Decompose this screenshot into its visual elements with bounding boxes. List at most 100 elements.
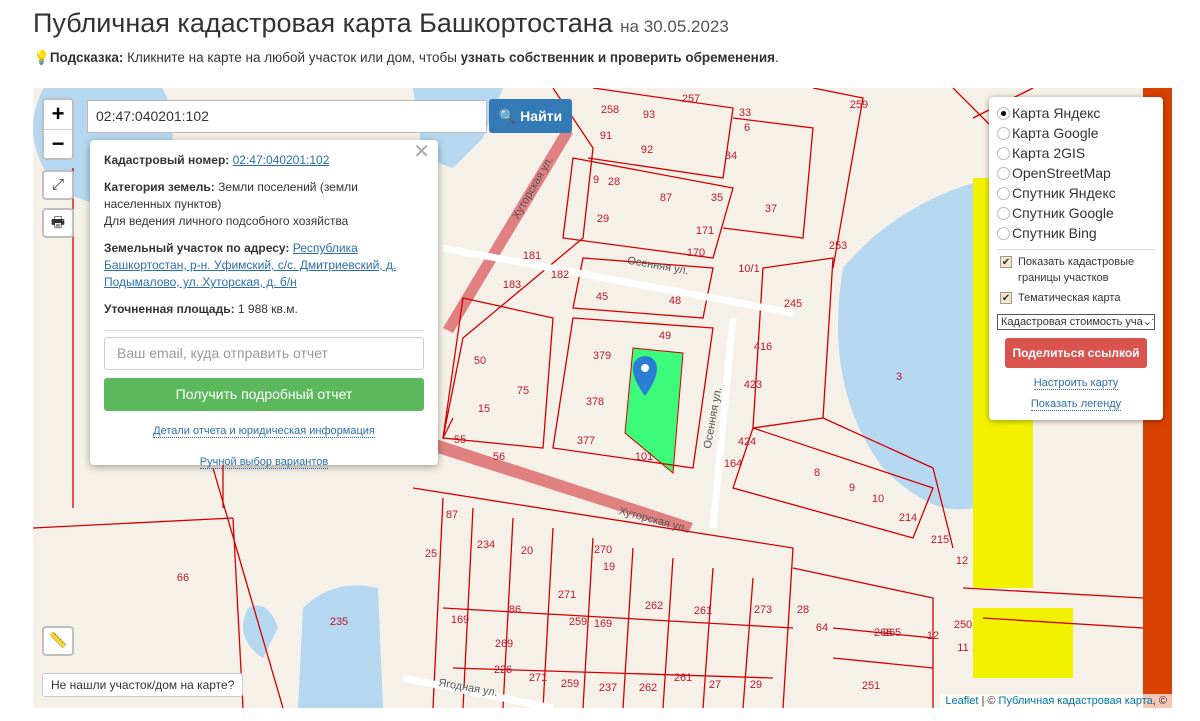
parcel-label: 171 (695, 225, 715, 237)
parcel-label: 378 (585, 396, 605, 408)
parcel-label: 273 (753, 604, 773, 616)
parcel-label: 261 (673, 672, 693, 684)
thematic-select[interactable]: Кадастровая стоимость участков ⌄ (997, 314, 1155, 330)
parcel-label: 86 (508, 604, 522, 616)
parcel-label: 270 (593, 544, 613, 556)
expand-icon: ⤢ (51, 176, 64, 193)
parcel-label: 35 (710, 192, 724, 204)
parcel-label: 28 (796, 604, 810, 616)
parcel-label: 416 (753, 341, 773, 353)
parcel-label: 261 (693, 605, 713, 617)
base-layer-radio[interactable]: Спутник Bing (997, 223, 1155, 243)
parcel-label: 101 (634, 451, 654, 463)
parcel-label: 164 (723, 458, 743, 470)
not-found-button[interactable]: Не нашли участок/дом на карте? (42, 673, 244, 697)
close-icon[interactable]: ✕ (413, 142, 430, 162)
zoom-out-button[interactable]: − (44, 129, 72, 158)
parcel-label: 10 (871, 493, 885, 505)
zoom-in-button[interactable]: + (44, 100, 72, 129)
parcel-label: 64 (815, 622, 829, 634)
parcel-label: 271 (557, 589, 577, 601)
pkk-link[interactable]: Публичная кадастровая карта (999, 695, 1153, 707)
parcel-label: 377 (576, 435, 596, 447)
parcel-label: 87 (659, 192, 673, 204)
share-link-button[interactable]: Поделиться ссылкой (1005, 338, 1147, 368)
parcel-label: 271 (528, 672, 548, 684)
ruler-button[interactable]: 📏 (42, 626, 74, 656)
attribution: Leaflet | © Публичная кадастровая карта,… (940, 694, 1172, 708)
parcel-label: 92 (640, 144, 654, 156)
parcel-label: 12 (955, 555, 969, 567)
manual-selection-link[interactable]: Ручной выбор вариантов (199, 456, 329, 469)
parcel-label: 34 (724, 150, 738, 162)
parcel-label: 33 (738, 107, 752, 119)
parcel-label: 169 (450, 614, 470, 626)
zoom-control: + − (42, 98, 74, 160)
parcel-label: 11 (957, 642, 969, 654)
parcel-label: 87 (445, 509, 459, 521)
parcel-label: 45 (595, 291, 609, 303)
parcel-label: 423 (743, 379, 763, 391)
parcel-label: 9 (848, 482, 856, 494)
parcel-label: 56 (492, 451, 506, 463)
parcel-label: 262 (638, 682, 658, 694)
parcel-label: 251 (861, 680, 881, 692)
base-layer-radio[interactable]: Спутник Google (997, 203, 1155, 223)
parcel-label: 259 (849, 99, 869, 111)
cadastral-number-link[interactable]: 02:47:040201:102 (233, 153, 330, 167)
show-borders-checkbox[interactable]: ✔ Показать кадастровые границы участков (997, 254, 1155, 286)
parcel-label: 29 (596, 213, 610, 225)
base-layer-radio[interactable]: Карта Яндекс (997, 103, 1155, 123)
parcel-label: 379 (592, 350, 612, 362)
get-report-button[interactable]: Получить подробный отчет (104, 378, 424, 411)
base-layer-radio[interactable]: Спутник Яндекс (997, 183, 1155, 203)
find-button[interactable]: 🔍 Найти (489, 99, 572, 133)
parcel-label: 19 (602, 561, 616, 573)
parcel-label: 250 (953, 619, 973, 631)
parcel-label: 25 (424, 548, 438, 560)
layers-panel: Карта Яндекс Карта Google Карта 2GIS OpenSt… (989, 97, 1163, 420)
details-link[interactable]: Детали отчета и юридическая информация (153, 425, 375, 438)
radio-icon (997, 106, 1010, 120)
parcel-label: 259 (560, 678, 580, 690)
parcel-label: 15 (477, 403, 491, 415)
parcel-label: 27 (708, 679, 722, 691)
base-layer-radio[interactable]: Карта Google (997, 123, 1155, 143)
parcel-label: 235 (329, 616, 349, 628)
chevron-down-icon: ⌄ (1142, 315, 1152, 329)
configure-map-link[interactable]: Настроить карту (1033, 377, 1119, 390)
thematic-map-checkbox[interactable]: ✔ Тематическая карта (997, 290, 1155, 306)
search-input[interactable]: 02:47:040201:102 (87, 100, 487, 133)
parcel-label: 237 (598, 682, 618, 694)
parcel-label: 37 (764, 203, 778, 215)
base-layer-radio[interactable]: Карта 2GIS (997, 143, 1155, 163)
parcel-label: 214 (898, 512, 918, 524)
parcel-label: 266 (873, 627, 893, 639)
parcel-label: 28 (607, 176, 621, 188)
radio-icon (997, 166, 1010, 180)
parcel-popup: ✕ Кадастровый номер: 02:47:040201:102 Ка… (90, 140, 438, 469)
parcel-label: 91 (599, 130, 613, 142)
show-legend-link[interactable]: Показать легенду (1030, 398, 1122, 411)
print-button[interactable]: 🖶 (42, 208, 74, 238)
email-input[interactable]: Ваш email, куда отправить отчет (104, 337, 424, 370)
parcel-label: 424 (737, 436, 757, 448)
parcel-label: 49 (658, 330, 672, 342)
leaflet-link[interactable]: Leaflet (945, 695, 978, 707)
date: на 30.05.2023 (620, 17, 729, 36)
radio-icon (997, 146, 1010, 160)
parcel-label: 183 (502, 279, 522, 291)
parcel-label: 3 (895, 371, 903, 383)
map[interactable]: 258 93 257 33 6 259 91 92 34 9 28 87 35 37 29 171 170 253… (33, 88, 1172, 708)
parcel-label: 215 (930, 534, 950, 546)
base-layer-radio[interactable]: OpenStreetMap (997, 163, 1155, 183)
fullscreen-button[interactable]: ⤢ (42, 170, 74, 200)
parcel-label: 55 (453, 434, 467, 446)
radio-icon (997, 186, 1010, 200)
parcel-label: 10/1 (738, 263, 760, 275)
parcel-label: 66 (176, 572, 190, 584)
parcel-label: 169 (593, 618, 613, 630)
parcel-label: 262 (644, 600, 664, 612)
parcel-label: 257 (681, 93, 701, 105)
parcel-label: 258 (600, 104, 620, 116)
